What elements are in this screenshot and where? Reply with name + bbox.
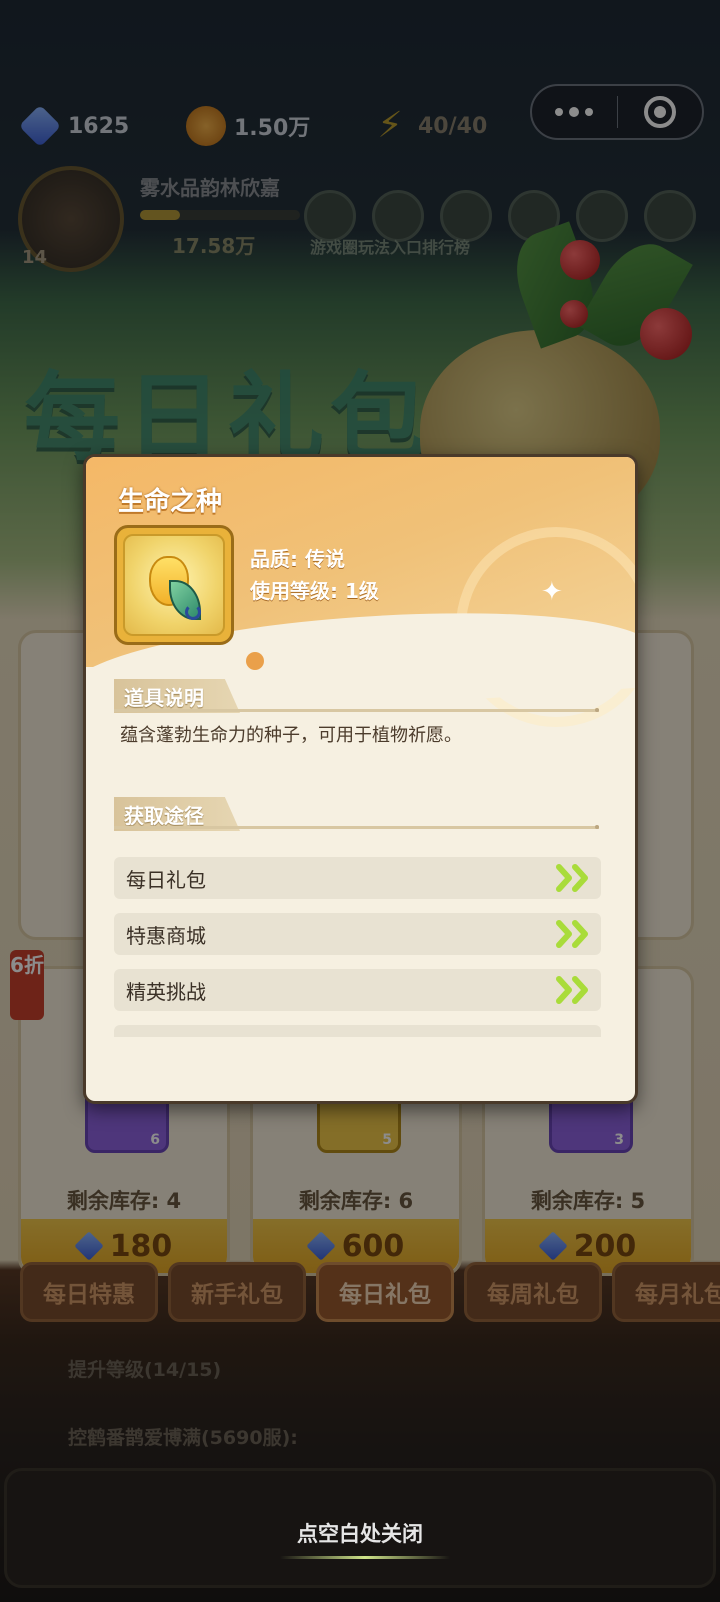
source-list[interactable]: 每日礼包 特惠商城 精英挑战 [114,857,601,1037]
sun-decoration [456,527,635,727]
source-item-daily-pack[interactable]: 每日礼包 [114,857,601,899]
desc-section-title: 道具说明 [114,679,240,713]
double-chevron-right-icon[interactable] [555,920,593,948]
source-label: 特惠商城 [126,923,206,948]
item-quality: 品质: 传说 [250,547,345,571]
source-item-partial[interactable] [114,1025,601,1037]
item-description: 蕴含蓬勃生命力的种子，可用于植物祈愿。 [120,725,462,746]
source-item-elite-challenge[interactable]: 精英挑战 [114,969,601,1011]
item-icon-frame [114,525,234,645]
item-use-level: 使用等级: 1级 [250,579,379,603]
section-divider [114,709,599,712]
section-dot [595,708,599,712]
sparkle-icon: ✦ [541,577,563,607]
item-name: 生命之种 [118,487,223,517]
source-item-special-shop[interactable]: 特惠商城 [114,913,601,955]
close-hint: 点空白处关闭 [297,1522,423,1546]
drop-decoration [246,652,264,670]
double-chevron-right-icon[interactable] [555,864,593,892]
section-divider [114,826,599,829]
seed-of-life-icon [139,550,209,620]
double-chevron-right-icon[interactable] [555,976,593,1004]
item-attributes: 品质: 传说 使用等级: 1级 [250,543,379,607]
desc-section-header: 道具说明 [114,679,240,713]
section-dot [595,825,599,829]
item-detail-modal: ✦ 生命之种 品质: 传说 使用等级: 1级 道具说明 蕴含蓬勃生命力的种子，可… [83,454,638,1104]
close-hint-underline [280,1556,450,1559]
source-label: 精英挑战 [126,979,206,1004]
source-label: 每日礼包 [126,867,206,892]
